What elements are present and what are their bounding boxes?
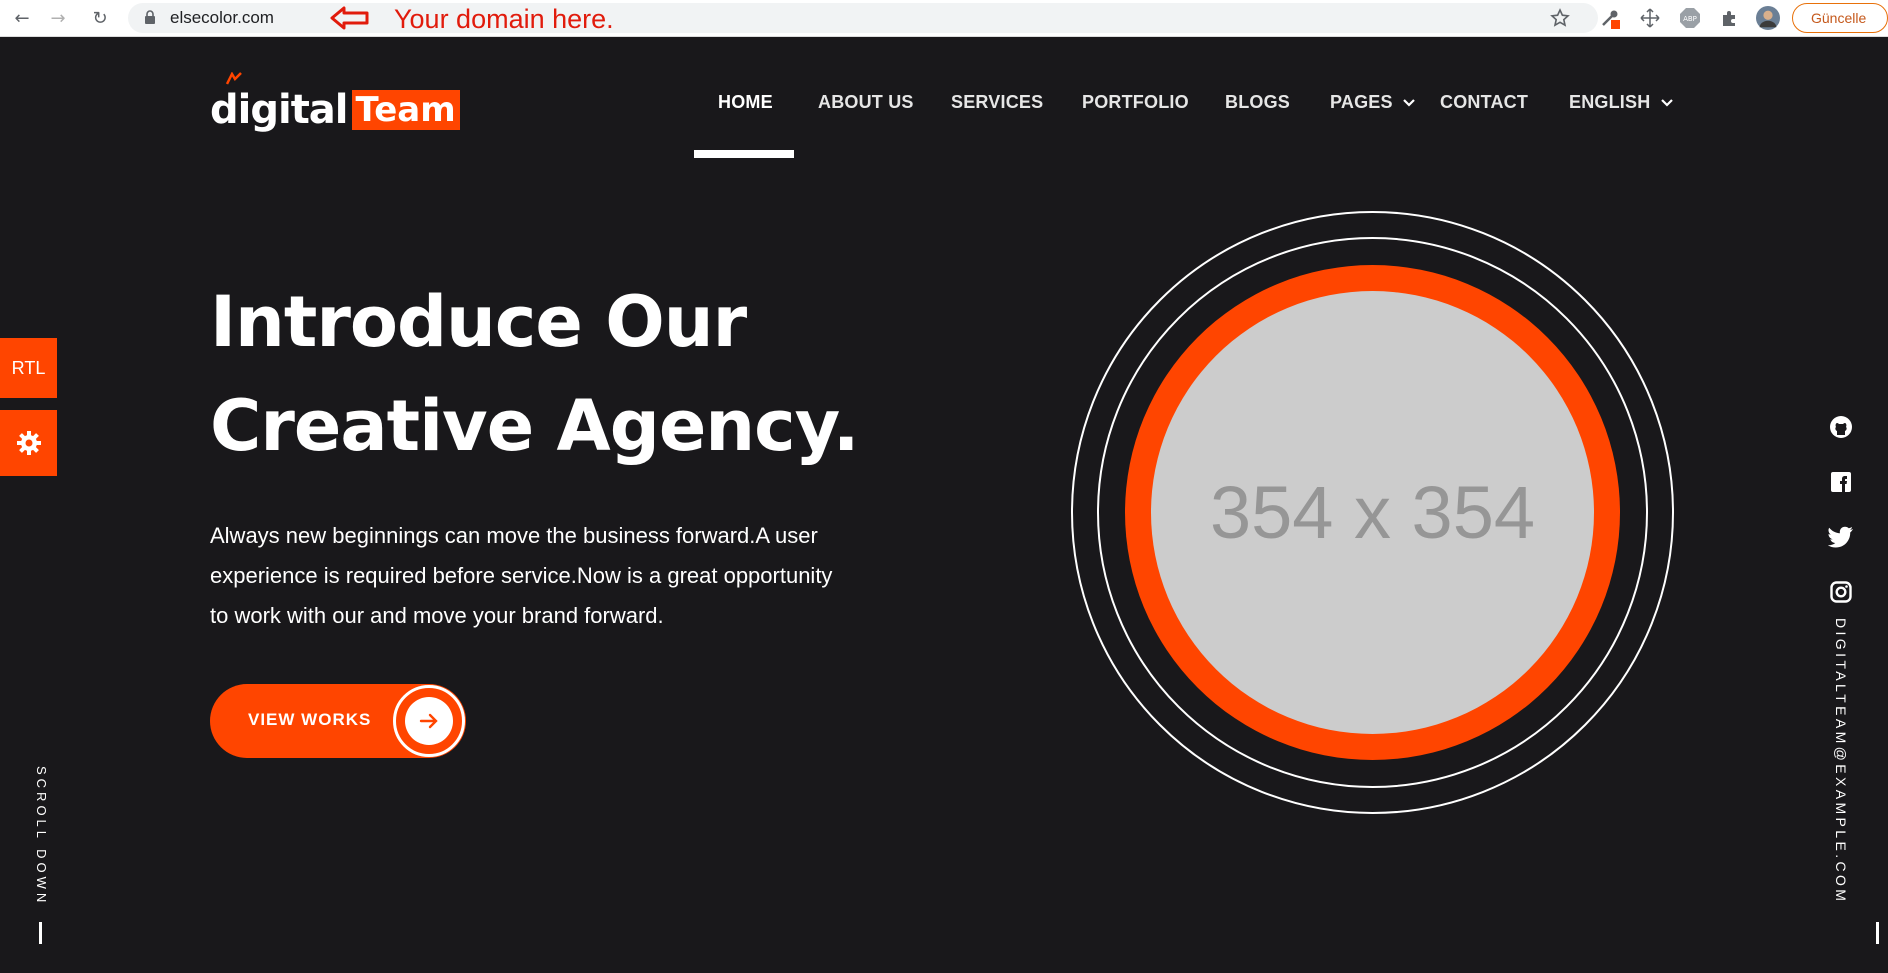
nav-contact[interactable]: CONTACT — [1440, 92, 1528, 113]
github-icon[interactable] — [1828, 414, 1854, 440]
scroll-down-text[interactable]: SCROLL DOWN — [34, 766, 49, 906]
rtl-toggle-button[interactable]: RTL — [0, 338, 57, 398]
nav-about-us[interactable]: ABOUT US — [818, 92, 914, 113]
profile-avatar-icon[interactable] — [1756, 6, 1780, 30]
twitter-icon[interactable] — [1828, 524, 1854, 550]
svg-text:ABP: ABP — [1683, 15, 1697, 23]
arrow-left-icon — [330, 6, 369, 30]
scroll-down-line — [39, 922, 42, 944]
url-text[interactable]: elsecolor.com — [170, 8, 274, 28]
extensions-icon[interactable] — [1718, 6, 1742, 30]
forward-icon[interactable]: → — [46, 6, 70, 30]
arrow-right-icon — [419, 713, 438, 729]
active-nav-indicator — [694, 150, 794, 158]
instagram-icon[interactable] — [1828, 579, 1854, 605]
hero-title-line1: Introduce Our — [210, 281, 747, 363]
chevron-down-icon[interactable] — [1402, 96, 1416, 110]
nav-services[interactable]: SERVICES — [951, 92, 1043, 113]
hero-description: Always new beginnings can move the busin… — [210, 523, 833, 628]
back-icon[interactable]: ← — [10, 6, 34, 30]
nav-home[interactable]: HOME — [718, 92, 773, 113]
browser-toolbar: ← → ↻ elsecolor.com Your domain here. AB… — [0, 0, 1888, 37]
email-line — [1876, 922, 1879, 944]
reload-icon[interactable]: ↻ — [88, 6, 112, 30]
hero-title-line2: Creative Agency. — [210, 385, 859, 467]
update-button[interactable]: Güncelle — [1792, 3, 1888, 33]
view-works-label: VIEW WORKS — [248, 710, 372, 729]
nav-language[interactable]: ENGLISH — [1569, 92, 1650, 113]
placeholder-size-text: 354 x 354 — [1209, 471, 1536, 554]
gear-icon — [16, 431, 41, 455]
domain-annotation: Your domain here. — [394, 4, 614, 34]
view-works-arrow-circle[interactable] — [393, 685, 465, 757]
contact-email[interactable]: DIGITALTEAM@EXAMPLE.COM — [1833, 618, 1849, 904]
nav-portfolio[interactable]: PORTFOLIO — [1082, 92, 1189, 113]
main-navigation: HOME ABOUT US SERVICES PORTFOLIO BLOGS P… — [0, 92, 1888, 122]
move-icon[interactable] — [1638, 6, 1662, 30]
chevron-down-icon[interactable] — [1660, 96, 1674, 110]
hero-image-placeholder: 354 x 354 — [1151, 291, 1594, 734]
view-works-button[interactable]: VIEW WORKS — [210, 684, 466, 758]
hero-title: Introduce Our Creative Agency. — [210, 270, 859, 478]
settings-button[interactable] — [0, 410, 57, 476]
star-icon[interactable] — [1548, 6, 1572, 30]
eyedropper-icon[interactable] — [1598, 6, 1622, 30]
nav-blogs[interactable]: BLOGS — [1225, 92, 1290, 113]
facebook-icon[interactable] — [1828, 469, 1854, 495]
adblock-icon[interactable]: ABP — [1678, 6, 1702, 30]
logo-mark-icon — [226, 72, 242, 85]
lock-icon — [145, 10, 155, 24]
nav-pages[interactable]: PAGES — [1330, 92, 1393, 113]
